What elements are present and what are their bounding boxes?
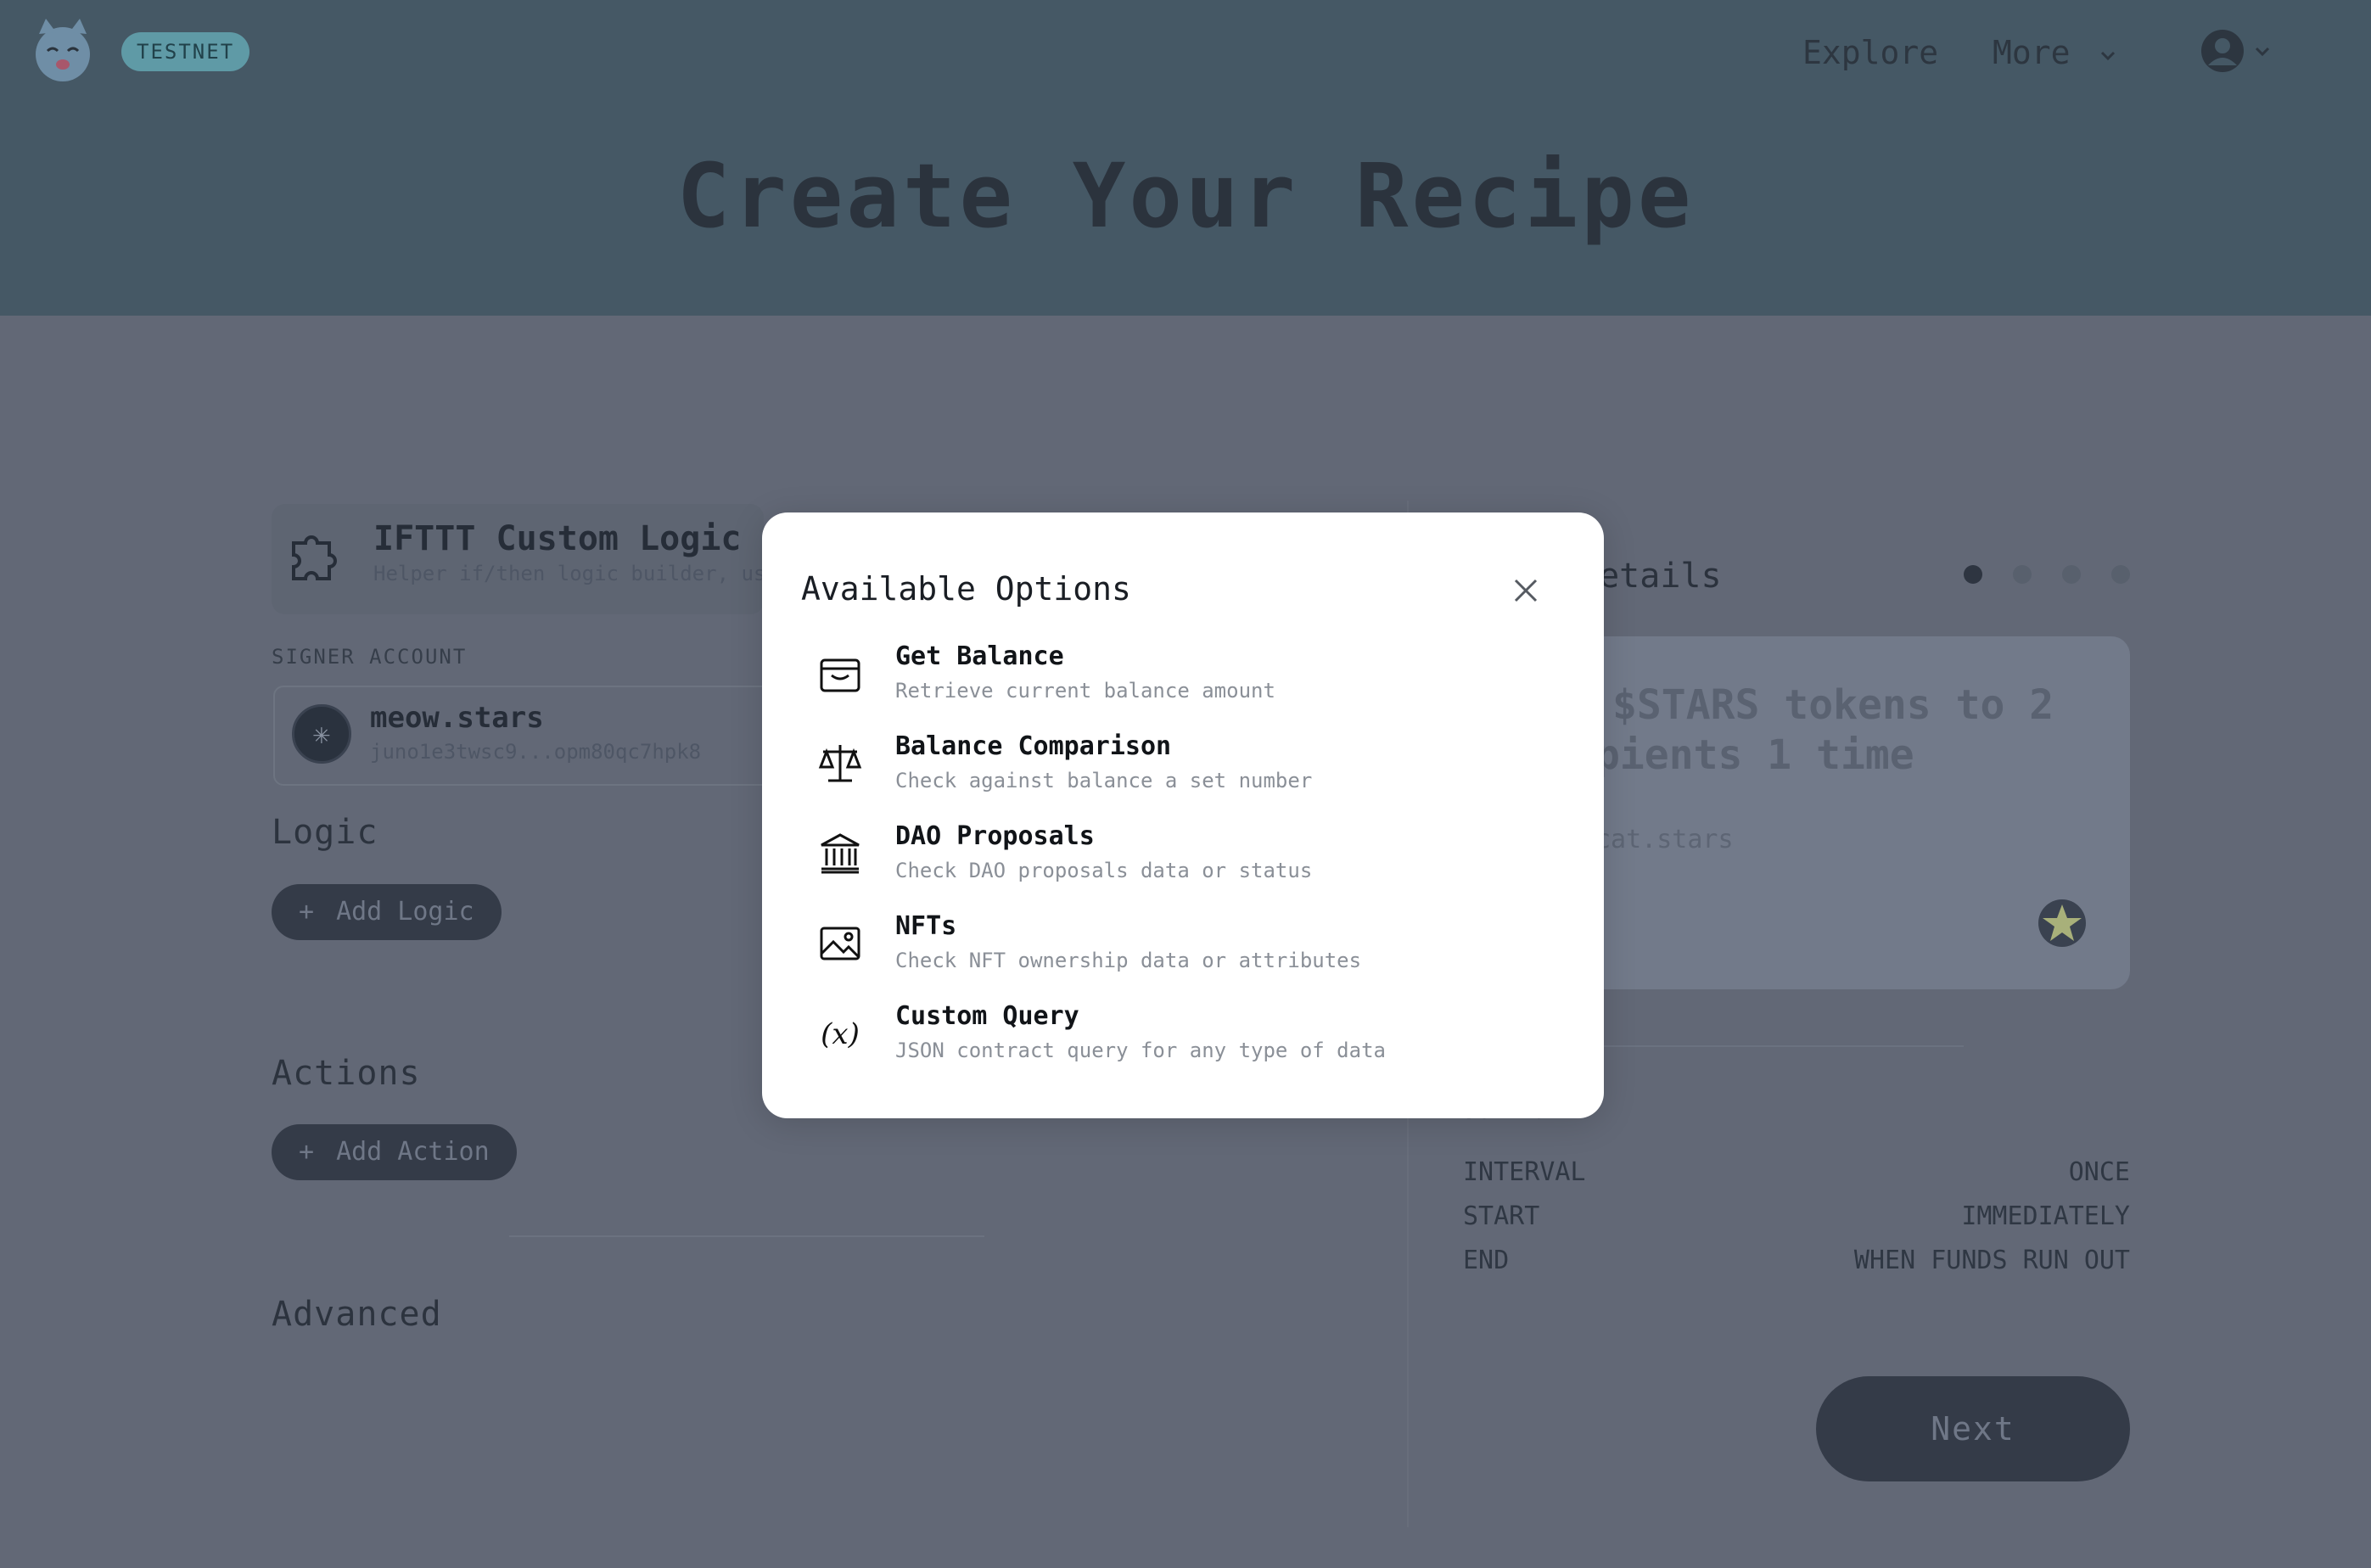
- next-button[interactable]: Next: [1816, 1376, 2130, 1481]
- section-divider: [1578, 1045, 1964, 1047]
- signer-account-label: SIGNER ACCOUNT: [272, 645, 468, 669]
- variable-icon: (x): [821, 1017, 860, 1051]
- image-icon: [820, 927, 860, 960]
- plus-icon: +: [299, 1137, 315, 1167]
- nav-more-label: More: [1993, 34, 2071, 71]
- star-icon: [2037, 898, 2088, 949]
- scale-icon: [818, 745, 862, 782]
- option-title: Custom Query: [895, 1001, 1079, 1031]
- user-menu-button[interactable]: [2200, 25, 2271, 76]
- svg-text:(x): (x): [821, 1017, 860, 1051]
- nav-more[interactable]: More: [1993, 29, 2118, 76]
- logic-card-title: IFTTT Custom Logic: [373, 519, 742, 558]
- option-description: JSON contract query for any type of data: [895, 1039, 1386, 1062]
- modal-title: Available Options: [801, 570, 1131, 608]
- option-title: DAO Proposals: [895, 821, 1095, 851]
- schedule-start-key: START: [1463, 1201, 1540, 1231]
- schedule-interval-key: INTERVAL: [1463, 1157, 1586, 1187]
- bank-icon: [821, 833, 860, 874]
- option-title: Get Balance: [895, 641, 1064, 671]
- stargaze-icon: ✳: [292, 704, 351, 764]
- logic-heading: Logic: [272, 813, 378, 852]
- signer-address: juno1e3twsc9...opm80qc7hpk8: [370, 740, 702, 764]
- option-get-balance[interactable]: Get Balance Retrieve current balance amo…: [798, 641, 1587, 726]
- step-dot-3[interactable]: [2062, 565, 2081, 584]
- add-action-label: Add Action: [336, 1137, 490, 1167]
- schedule-start-value: IMMEDIATELY: [1961, 1201, 2130, 1231]
- actions-heading: Actions: [272, 1054, 421, 1093]
- user-avatar-icon: [2201, 30, 2244, 72]
- option-description: Check DAO proposals data or status: [895, 859, 1313, 882]
- option-title: Balance Comparison: [895, 731, 1172, 761]
- page-title: Create Your Recipe: [676, 144, 1695, 248]
- option-title: NFTs: [895, 911, 957, 941]
- section-divider: [509, 1235, 984, 1237]
- option-dao-proposals[interactable]: DAO Proposals Check DAO proposals data o…: [798, 821, 1587, 906]
- recipe-title: $STARS tokens to 2: [1612, 681, 2054, 729]
- signer-name: meow.stars: [370, 701, 544, 735]
- add-logic-label: Add Logic: [336, 897, 474, 927]
- schedule-interval-value: ONCE: [2068, 1157, 2130, 1187]
- plus-icon: +: [299, 897, 315, 927]
- recipe-recipient: cat.stars: [1595, 825, 1734, 854]
- option-balance-comparison[interactable]: Balance Comparison Check against balance…: [798, 731, 1587, 816]
- advanced-heading[interactable]: Advanced: [272, 1295, 442, 1334]
- nav-explore[interactable]: Explore: [1802, 29, 1938, 76]
- step-dot-2[interactable]: [2013, 565, 2032, 584]
- wallet-icon: [820, 658, 860, 692]
- add-action-button[interactable]: + Add Action: [272, 1124, 517, 1180]
- schedule-end-value: WHEN FUNDS RUN OUT: [1853, 1246, 2130, 1275]
- logic-card-subtitle: Helper if/then logic builder, us: [373, 562, 766, 585]
- option-nfts[interactable]: NFTs Check NFT ownership data or attribu…: [798, 911, 1587, 996]
- cat-logo[interactable]: [29, 17, 97, 85]
- schedule-end-key: END: [1463, 1246, 1510, 1275]
- close-icon[interactable]: [1509, 574, 1543, 608]
- chevron-down-icon: [2255, 47, 2270, 57]
- step-dot-4[interactable]: [2111, 565, 2130, 584]
- option-custom-query[interactable]: (x) Custom Query JSON contract query for…: [798, 1001, 1587, 1086]
- recipe-title-line2: pients 1 time: [1595, 731, 1914, 779]
- add-logic-button[interactable]: + Add Logic: [272, 884, 502, 940]
- option-description: Check NFT ownership data or attributes: [895, 949, 1362, 972]
- option-description: Check against balance a set number: [895, 769, 1313, 792]
- chevron-down-icon: [2101, 51, 2116, 60]
- option-description: Retrieve current balance amount: [895, 679, 1275, 703]
- step-dot-1[interactable]: [1964, 565, 1982, 584]
- puzzle-icon: [287, 526, 346, 585]
- testnet-badge: TESTNET: [121, 32, 250, 71]
